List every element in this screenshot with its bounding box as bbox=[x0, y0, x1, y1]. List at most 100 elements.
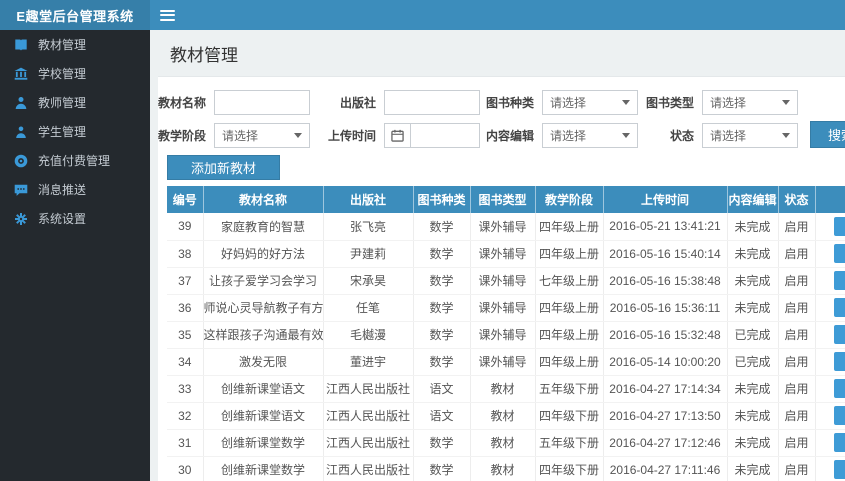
sidebar-item-label: 教师管理 bbox=[38, 96, 87, 110]
cell-publisher: 毛樾漫 bbox=[323, 321, 414, 349]
col-header-type: 图书类型 bbox=[470, 186, 536, 213]
cell-id: 33 bbox=[167, 375, 204, 403]
table-header-row: 编号 教材名称 出版社 图书种类 图书类型 教学阶段 上传时间 内容编辑 状态 bbox=[167, 186, 845, 213]
content-editor-filter: 内容编辑 请选择 bbox=[486, 122, 638, 148]
add-textbook-button[interactable]: 添加新教材 bbox=[167, 155, 280, 180]
table-row: 36 师说心灵导航教子有方 任笔 数学 课外辅导 四年级上册 2016-05-1… bbox=[167, 294, 845, 322]
sidebar-item-label: 系统设置 bbox=[38, 212, 87, 226]
table-row: 38 好妈妈的好方法 尹建莉 数学 课外辅导 四年级上册 2016-05-16 … bbox=[167, 240, 845, 268]
cell-action bbox=[815, 375, 845, 403]
chevron-down-icon bbox=[622, 99, 630, 105]
filter-form: 教材名称 出版社 图书种类 请选择 图书类型 请选择 教学阶段 请选择 上传时间… bbox=[158, 77, 845, 155]
row-action-button[interactable] bbox=[833, 433, 845, 452]
sidebar-item-school-management[interactable]: 学校管理 bbox=[0, 59, 150, 88]
status-select[interactable]: 请选择 bbox=[702, 122, 798, 148]
row-action-button[interactable] bbox=[833, 352, 845, 371]
cell-id: 36 bbox=[167, 294, 204, 322]
row-action-button[interactable] bbox=[833, 325, 845, 344]
col-header-edit: 内容编辑 bbox=[727, 186, 779, 213]
cell-name: 师说心灵导航教子有方 bbox=[203, 294, 324, 322]
upload-time-label: 上传时间 bbox=[328, 128, 377, 143]
table-row: 35 这样跟孩子沟通最有效 毛樾漫 数学 课外辅导 四年级上册 2016-05-… bbox=[167, 321, 845, 349]
book-type-filter: 图书类型 请选择 bbox=[646, 89, 798, 115]
calendar-icon[interactable] bbox=[384, 122, 410, 148]
cell-publisher: 江西人民出版社 bbox=[323, 429, 414, 457]
textbook-name-filter: 教材名称 bbox=[158, 89, 310, 115]
book-category-select[interactable]: 请选择 bbox=[542, 89, 638, 115]
row-action-button[interactable] bbox=[833, 216, 845, 236]
hamburger-icon[interactable] bbox=[160, 9, 175, 21]
cell-time: 2016-04-27 17:11:46 bbox=[603, 456, 728, 481]
row-action-button[interactable] bbox=[833, 406, 845, 425]
chevron-down-icon bbox=[622, 132, 630, 138]
cell-time: 2016-04-27 17:13:50 bbox=[603, 402, 728, 430]
cell-category: 语文 bbox=[413, 402, 471, 430]
row-action-button[interactable] bbox=[833, 244, 845, 263]
sidebar-item-textbook-management[interactable]: 教材管理 bbox=[0, 30, 150, 59]
cell-category: 数学 bbox=[413, 294, 471, 322]
cell-action bbox=[815, 429, 845, 457]
sidebar-item-label: 消息推送 bbox=[38, 183, 87, 197]
book-type-select[interactable]: 请选择 bbox=[702, 89, 798, 115]
cell-publisher: 江西人民出版社 bbox=[323, 375, 414, 403]
sidebar-item-teacher-management[interactable]: 教师管理 bbox=[0, 88, 150, 117]
cell-edit: 未完成 bbox=[727, 294, 779, 322]
cell-time: 2016-05-16 15:40:14 bbox=[603, 240, 728, 268]
cell-publisher: 江西人民出版社 bbox=[323, 402, 414, 430]
row-action-button[interactable] bbox=[833, 271, 845, 290]
table-row: 39 家庭教育的智慧 张飞亮 数学 课外辅导 四年级上册 2016-05-21 … bbox=[167, 213, 845, 241]
cell-time: 2016-05-16 15:38:48 bbox=[603, 267, 728, 295]
search-button[interactable]: 搜索 bbox=[810, 121, 845, 148]
book-category-filter: 图书种类 请选择 bbox=[486, 89, 638, 115]
cell-type: 课外辅导 bbox=[470, 321, 536, 349]
col-header-status: 状态 bbox=[778, 186, 816, 213]
publisher-input[interactable] bbox=[384, 89, 480, 115]
cell-action bbox=[815, 267, 845, 295]
teacher-icon bbox=[14, 96, 28, 110]
sidebar-item-system-settings[interactable]: 系统设置 bbox=[0, 204, 150, 233]
cell-name: 创维新课堂数学 bbox=[203, 456, 324, 481]
cell-edit: 未完成 bbox=[727, 240, 779, 268]
upload-time-input[interactable] bbox=[410, 122, 480, 148]
sidebar-item-message-push[interactable]: 消息推送 bbox=[0, 175, 150, 204]
cell-category: 数学 bbox=[413, 213, 471, 241]
col-header-time: 上传时间 bbox=[603, 186, 728, 213]
cell-name: 激发无限 bbox=[203, 348, 324, 376]
content-editor-select[interactable]: 请选择 bbox=[542, 122, 638, 148]
cell-id: 30 bbox=[167, 456, 204, 481]
upload-time-filter: 上传时间 bbox=[328, 122, 480, 148]
cell-time: 2016-05-21 13:41:21 bbox=[603, 213, 728, 241]
top-bar: E趣堂后台管理系统 bbox=[0, 0, 845, 30]
cell-type: 课外辅导 bbox=[470, 240, 536, 268]
cell-id: 32 bbox=[167, 402, 204, 430]
cell-publisher: 任笔 bbox=[323, 294, 414, 322]
sidebar-item-label: 学生管理 bbox=[38, 125, 87, 139]
sidebar-item-label: 学校管理 bbox=[38, 67, 87, 81]
teaching-stage-select[interactable]: 请选择 bbox=[214, 122, 310, 148]
row-action-button[interactable] bbox=[833, 379, 845, 398]
cell-id: 39 bbox=[167, 213, 204, 241]
cell-publisher: 张飞亮 bbox=[323, 213, 414, 241]
sidebar-item-student-management[interactable]: 学生管理 bbox=[0, 117, 150, 146]
cell-edit: 未完成 bbox=[727, 429, 779, 457]
cell-edit: 未完成 bbox=[727, 267, 779, 295]
cell-edit: 未完成 bbox=[727, 456, 779, 481]
textbook-name-input[interactable] bbox=[214, 89, 310, 115]
main-content: 教材管理 教材名称 出版社 图书种类 请选择 图书类型 请选择 教学阶段 请选择… bbox=[150, 30, 845, 481]
publisher-label: 出版社 bbox=[339, 95, 376, 110]
table-row: 32 创维新课堂语文 江西人民出版社 语文 教材 四年级下册 2016-04-2… bbox=[167, 402, 845, 430]
row-action-button[interactable] bbox=[833, 460, 845, 479]
cell-stage: 四年级上册 bbox=[535, 294, 604, 322]
cell-status: 启用 bbox=[778, 375, 816, 403]
cell-stage: 七年级上册 bbox=[535, 267, 604, 295]
cell-action bbox=[815, 294, 845, 322]
row-action-button[interactable] bbox=[833, 298, 845, 317]
textbook-table: 编号 教材名称 出版社 图书种类 图书类型 教学阶段 上传时间 内容编辑 状态 … bbox=[167, 186, 845, 481]
sidebar-item-payment-management[interactable]: 充值付费管理 bbox=[0, 146, 150, 175]
cell-status: 启用 bbox=[778, 321, 816, 349]
table-row: 31 创维新课堂数学 江西人民出版社 数学 教材 五年级下册 2016-04-2… bbox=[167, 429, 845, 457]
content-panel: 教材名称 出版社 图书种类 请选择 图书类型 请选择 教学阶段 请选择 上传时间… bbox=[158, 76, 845, 481]
select-value: 请选择 bbox=[710, 95, 747, 110]
cell-status: 启用 bbox=[778, 294, 816, 322]
cell-time: 2016-05-16 15:36:11 bbox=[603, 294, 728, 322]
